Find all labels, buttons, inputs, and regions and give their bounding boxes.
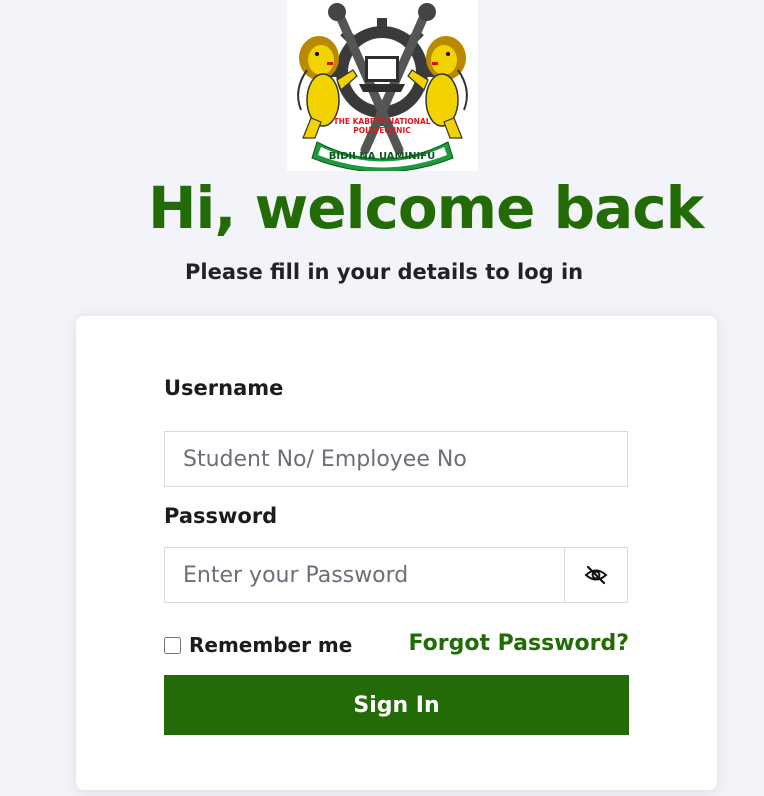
logo-institution-line2: POLYTECHNIC (353, 126, 411, 135)
username-field-wrapper (164, 431, 628, 487)
password-field-wrapper (164, 547, 628, 603)
logo-motto: BIDII NA UAMINIFU (329, 151, 435, 162)
eye-off-icon (584, 565, 608, 585)
polytechnic-logo: THE KABETE NATIONAL POLYTECHNIC BIDII NA… (287, 0, 478, 171)
remember-me-control[interactable]: Remember me (164, 630, 352, 660)
username-input[interactable] (165, 432, 627, 486)
username-label: Username (164, 376, 284, 400)
coat-of-arms-emblem: THE KABETE NATIONAL POLYTECHNIC BIDII NA… (297, 3, 468, 171)
login-page: THE KABETE NATIONAL POLYTECHNIC BIDII NA… (0, 0, 764, 796)
forgot-password-link[interactable]: Forgot Password? (408, 629, 629, 659)
remember-me-checkbox[interactable] (164, 636, 181, 654)
password-input[interactable] (165, 548, 567, 602)
logo-institution-line1: THE KABETE NATIONAL (333, 117, 430, 126)
page-title: Hi, welcome back (148, 174, 704, 242)
sign-in-button[interactable]: Sign In (164, 675, 629, 735)
login-card: Username Password Remember me Forgot Pas… (76, 316, 717, 790)
page-subtitle: Please fill in your details to log in (185, 260, 584, 284)
toggle-password-visibility-button[interactable] (564, 548, 627, 602)
remember-me-label: Remember me (189, 633, 353, 657)
password-label: Password (164, 504, 278, 528)
